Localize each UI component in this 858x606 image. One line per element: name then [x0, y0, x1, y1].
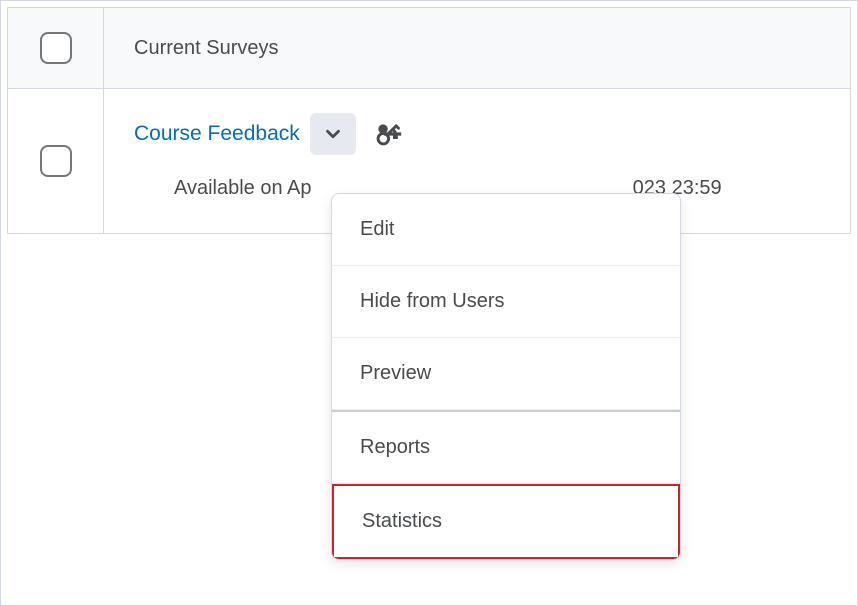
- menu-item-label: Edit: [360, 218, 394, 240]
- menu-item-label: Hide from Users: [360, 290, 504, 312]
- table-header-row: Current Surveys: [8, 8, 850, 89]
- menu-item-label: Preview: [360, 362, 431, 384]
- select-all-checkbox-cell: [8, 8, 104, 88]
- menu-item-reports[interactable]: Reports: [332, 410, 680, 484]
- survey-actions-dropdown-button[interactable]: [310, 113, 356, 155]
- menu-item-statistics[interactable]: Statistics: [332, 484, 680, 559]
- survey-actions-menu: Edit Hide from Users Preview Reports Sta…: [331, 193, 681, 560]
- menu-item-preview[interactable]: Preview: [332, 338, 680, 410]
- menu-item-edit[interactable]: Edit: [332, 194, 680, 266]
- header-label: Current Surveys: [134, 37, 279, 60]
- menu-item-hide-from-users[interactable]: Hide from Users: [332, 266, 680, 338]
- column-header-current-surveys: Current Surveys: [104, 8, 850, 88]
- availability-prefix: Available on Ap: [174, 177, 312, 199]
- survey-title-link[interactable]: Course Feedback: [134, 122, 300, 146]
- row-checkbox-cell: [8, 89, 104, 233]
- select-all-checkbox[interactable]: [40, 32, 72, 64]
- menu-item-label: Reports: [360, 436, 430, 458]
- survey-title-line: Course Feedback: [134, 113, 820, 155]
- chevron-down-icon: [322, 123, 344, 145]
- row-checkbox[interactable]: [40, 145, 72, 177]
- key-icon: [374, 120, 402, 148]
- menu-item-label: Statistics: [362, 510, 442, 532]
